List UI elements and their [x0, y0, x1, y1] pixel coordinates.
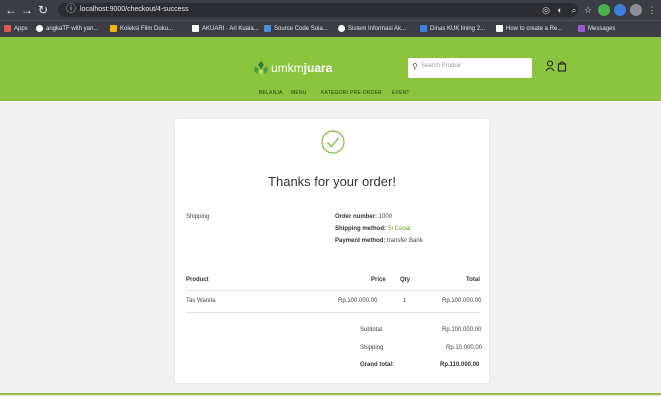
nav-event[interactable]: EVENT — [392, 90, 410, 98]
shipping-method: Shipping method: Si Cepat — [335, 226, 411, 232]
extension-blue-icon[interactable] — [614, 4, 626, 16]
menu-dots-icon[interactable]: ⋮ — [646, 3, 658, 17]
thanks-heading: Thanks for your order! — [268, 174, 396, 189]
subtotal-value: Rp.100.000,00 — [442, 327, 482, 333]
mic-icon[interactable]: ◐ — [554, 3, 566, 17]
item-price: Rp.100.000,00 — [338, 298, 378, 304]
site-icon — [192, 24, 199, 32]
bookmark-item[interactable]: Messages — [578, 24, 615, 34]
divider — [186, 312, 480, 313]
shipping-section-label: Shipping — [186, 214, 210, 220]
reload-icon[interactable]: ↻ — [36, 3, 50, 17]
grand-total-value: Rp.110.000,00 — [440, 362, 480, 368]
column-total: Total — [466, 277, 480, 283]
bookmark-apps[interactable]: Apps — [4, 24, 28, 34]
back-arrow-icon[interactable]: ← — [4, 3, 18, 17]
apps-grid-icon — [4, 24, 11, 32]
address-text: localhost:9000/checkout/4-success — [80, 6, 189, 13]
success-check-icon — [321, 130, 345, 154]
nav-pre-order[interactable]: PRE-ORDER — [350, 90, 382, 98]
shopping-bag-icon[interactable] — [556, 60, 568, 74]
nav-belanja[interactable]: BELANJA — [259, 90, 283, 98]
logo-mark-icon — [254, 61, 268, 75]
zoom-icon[interactable]: ⌕ — [568, 3, 580, 17]
search-placeholder: Search Produk — [421, 63, 461, 69]
column-qty: Qty — [400, 277, 411, 283]
grand-total-label: Grand total: — [360, 362, 394, 368]
bookmark-item[interactable]: Sistem Informasi Ak... — [338, 24, 406, 34]
logo-text-plain: umkm — [271, 61, 304, 75]
lens-icon[interactable]: ◎ — [540, 3, 552, 17]
shipping-value: Rp.10.000,00 — [446, 345, 483, 351]
footer-accent-line — [0, 393, 661, 395]
site-icon — [496, 24, 503, 32]
column-price: Price — [371, 277, 386, 283]
nav-kategori[interactable]: KATEGORI — [321, 90, 348, 98]
column-product: Product — [186, 277, 209, 283]
subtotal-label: Subtotal — [360, 327, 383, 333]
site-icon — [420, 24, 427, 32]
bookmark-item[interactable]: How to create a Re... — [496, 24, 562, 34]
extension-gray-icon[interactable] — [630, 4, 642, 16]
nav-menu[interactable]: MENU — [291, 90, 307, 98]
item-qty: 1 — [403, 298, 407, 304]
item-product: Tas Wanita — [186, 298, 216, 304]
logo-text-bold: juara — [303, 61, 333, 75]
bookmark-item[interactable]: angkaTF with yan... — [36, 24, 98, 34]
search-input[interactable]: ⚲ Search Produk — [408, 58, 532, 78]
bookmarks-bar: Apps angkaTF with yan... Koleksi Film Do… — [0, 20, 661, 37]
folder-icon — [110, 24, 117, 32]
extension-green-icon[interactable] — [598, 4, 610, 16]
bookmark-item[interactable]: AKUARI · Ari Kuala... — [192, 24, 259, 34]
payment-method: Payment method: transfer Bank — [335, 238, 423, 244]
browser-toolbar: ← → ↻ ⓘ localhost:9000/checkout/4-succes… — [0, 0, 661, 20]
globe-icon — [338, 24, 345, 32]
divider — [186, 290, 480, 291]
forward-arrow-icon[interactable]: → — [20, 3, 34, 17]
site-logo[interactable]: umkmjuara — [253, 58, 333, 78]
bookmark-item[interactable]: Dinas KUK lining 2... — [420, 24, 485, 34]
star-icon[interactable]: ☆ — [582, 3, 594, 17]
info-icon[interactable]: ⓘ — [64, 3, 78, 17]
bookmark-item[interactable]: Koleksi Film Doku... — [110, 24, 173, 34]
search-icon: ⚲ — [412, 62, 418, 71]
shipping-label: Shipping — [360, 345, 384, 351]
user-icon[interactable] — [544, 60, 556, 74]
order-number: Order number: 1000 — [335, 214, 393, 220]
github-icon — [36, 24, 43, 32]
folder-icon — [264, 24, 271, 32]
order-confirmation-card — [175, 119, 489, 383]
bookmark-item[interactable]: Source Code Sola... — [264, 24, 328, 34]
messages-icon — [578, 24, 585, 32]
item-total: Rp.100.000,00 — [442, 298, 482, 304]
